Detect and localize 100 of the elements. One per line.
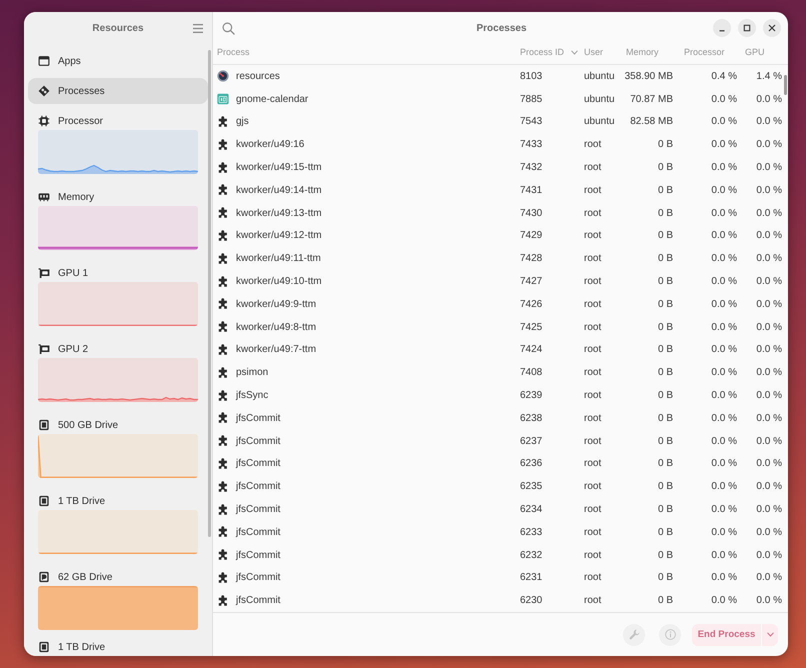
gpu-usage: 0.0 % — [756, 139, 782, 150]
processor-usage: 0.0 % — [711, 458, 737, 470]
sidebar-item[interactable]: 1 TB Drive — [28, 640, 208, 654]
maximize-button[interactable] — [738, 19, 756, 37]
gpu-usage: 0.0 % — [756, 162, 782, 174]
maximize-icon — [743, 24, 751, 32]
process-name: kworker/u49:11-ttm — [236, 253, 321, 264]
user-name: root — [584, 526, 602, 538]
memory-stick-icon — [38, 191, 50, 203]
gauge-icon — [217, 70, 229, 82]
process-name: jfsCommit — [236, 504, 280, 516]
user-name: root — [584, 139, 602, 150]
memory-usage: 0 B — [658, 322, 673, 333]
scrollbar[interactable] — [208, 50, 211, 537]
processor-usage: 0.0 % — [711, 230, 737, 242]
puzzle-icon — [217, 184, 229, 196]
sidebar-item[interactable]: 1 TB Drive — [28, 488, 208, 560]
processor-usage: 0.0 % — [711, 481, 737, 492]
sidebar-item[interactable]: 500 GB Drive — [28, 412, 208, 484]
process-name: kworker/u49:10-ttm — [236, 276, 322, 288]
sidebar-item[interactable]: 62 GB Drive — [28, 564, 208, 636]
sidebar-item[interactable]: Processor — [28, 108, 208, 180]
processor-usage: 0.0 % — [711, 162, 737, 174]
memory-usage: 82.58 MB — [630, 116, 673, 128]
gpu-usage: 0.0 % — [756, 436, 782, 447]
puzzle-icon — [217, 458, 229, 470]
gpu-usage: 0.0 % — [756, 344, 782, 356]
gpu-usage: 0.0 % — [756, 94, 782, 105]
user-name: root — [584, 481, 602, 492]
process-name: kworker/u49:9-ttm — [236, 298, 316, 310]
user-name: ubuntu — [584, 70, 615, 82]
sidebar-item[interactable]: Processes — [28, 78, 208, 104]
puzzle-icon — [217, 572, 229, 584]
menu-icon[interactable] — [193, 24, 203, 32]
dropdown-button[interactable] — [762, 624, 778, 646]
graphics-card-icon — [38, 267, 50, 279]
process-name: jfsCommit — [236, 436, 280, 447]
process-id: 7885 — [520, 94, 542, 105]
sidebar-title: Resources — [92, 22, 144, 34]
puzzle-icon — [217, 366, 229, 379]
sidebar-item[interactable]: Apps — [28, 48, 208, 74]
puzzle-icon — [217, 252, 229, 265]
sidebar-item[interactable]: GPU 2 — [28, 336, 208, 408]
process-name: kworker/u49:8-ttm — [236, 322, 316, 333]
user-name: root — [584, 276, 602, 288]
process-id: 8103 — [520, 70, 542, 82]
memory-usage: 0 B — [658, 139, 673, 150]
search-icon[interactable] — [222, 22, 235, 34]
process-name: kworker/u49:16 — [236, 139, 304, 150]
process-name: gjs — [236, 116, 249, 128]
process-id: 7433 — [520, 139, 542, 150]
gpu-usage: 0.0 % — [756, 298, 782, 310]
process-id: 6238 — [520, 412, 542, 424]
user-name: root — [584, 436, 602, 447]
process-name: psimon — [236, 367, 268, 378]
memory-usage: 0 B — [658, 504, 673, 516]
memory-usage: 0 B — [658, 367, 673, 378]
memory-usage: 0 B — [658, 276, 673, 288]
processor-usage: 0.0 % — [711, 139, 737, 150]
processor-usage: 0.0 % — [711, 344, 737, 356]
diamond-icon — [38, 85, 50, 97]
sidebar-item[interactable]: GPU 1 — [28, 260, 208, 332]
processor-usage: 0.0 % — [711, 436, 737, 447]
process-id: 6231 — [520, 572, 542, 584]
process-id: 7428 — [520, 253, 542, 264]
gpu-usage: 0.0 % — [756, 481, 782, 492]
user-name: ubuntu — [584, 94, 615, 105]
processor-usage: 0.0 % — [711, 550, 737, 561]
sidebar-item[interactable]: Memory — [28, 184, 208, 256]
user-name: root — [584, 412, 602, 424]
process-id: 7425 — [520, 322, 542, 333]
close-button[interactable] — [763, 19, 781, 37]
process-id: 6239 — [520, 390, 542, 402]
processor-usage: 0.0 % — [711, 184, 737, 196]
process-id: 7432 — [520, 162, 542, 174]
memory-usage: 0 B — [658, 230, 673, 242]
gpu-usage: 0.0 % — [756, 504, 782, 516]
minimize-button[interactable] — [713, 19, 731, 37]
gpu-usage: 0.0 % — [756, 184, 782, 196]
info-icon — [664, 629, 676, 640]
user-name: root — [584, 390, 602, 402]
process-name: kworker/u49:14-ttm — [236, 184, 322, 196]
graphics-card-icon — [38, 343, 50, 355]
scrollbar[interactable] — [784, 75, 787, 95]
process-name: kworker/u49:15-ttm — [236, 162, 322, 174]
process-id: 7426 — [520, 298, 542, 310]
sort-chevron-icon — [571, 50, 578, 54]
process-name: kworker/u49:13-ttm — [236, 208, 322, 219]
window-icon — [38, 55, 50, 67]
memory-usage: 0 B — [658, 253, 673, 264]
puzzle-icon — [217, 162, 229, 174]
puzzle-icon — [217, 344, 229, 356]
gpu-usage: 0.0 % — [756, 550, 782, 561]
puzzle-icon — [217, 504, 229, 516]
processor-usage: 0.0 % — [711, 116, 737, 128]
gpu-usage: 0.0 % — [756, 572, 782, 584]
user-name: root — [584, 298, 602, 310]
process-name: jfsCommit — [236, 481, 280, 492]
wrench-icon — [628, 629, 640, 640]
puzzle-icon — [217, 549, 229, 562]
